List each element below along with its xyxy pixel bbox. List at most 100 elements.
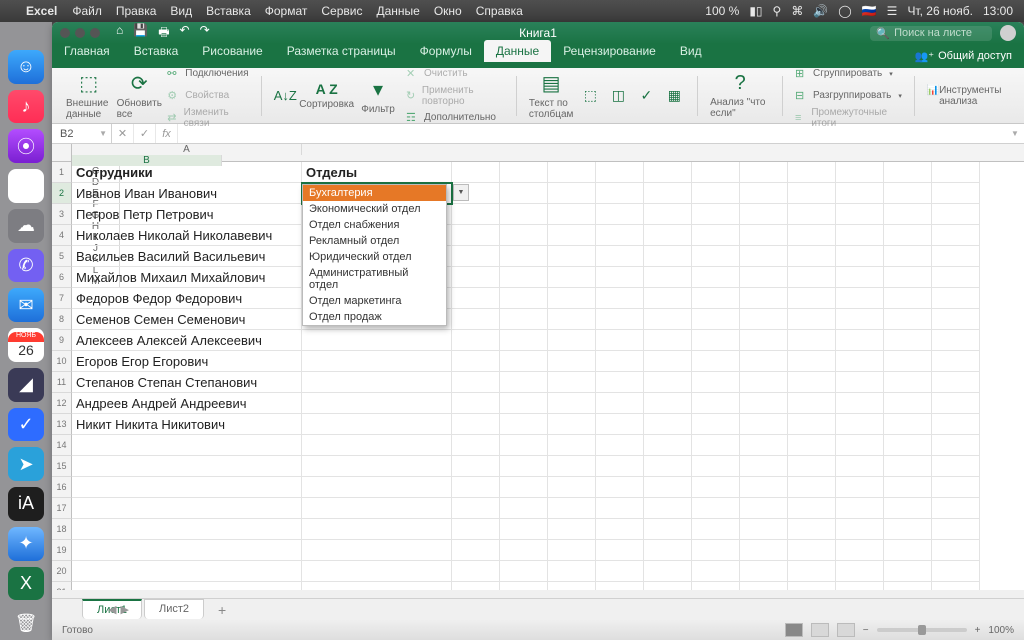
add-sheet-button[interactable]: +: [212, 602, 232, 618]
cell[interactable]: [548, 477, 596, 498]
row-header[interactable]: 18: [52, 519, 72, 540]
cell[interactable]: [932, 519, 980, 540]
cell[interactable]: [836, 309, 884, 330]
cell[interactable]: [500, 393, 548, 414]
cell[interactable]: [740, 561, 788, 582]
cell[interactable]: [836, 498, 884, 519]
refresh-all-button[interactable]: ⟳ Обновить все: [117, 71, 161, 120]
sound-icon[interactable]: 🔊: [813, 4, 828, 18]
cell[interactable]: [884, 225, 932, 246]
zoom-out-button[interactable]: −: [863, 625, 869, 636]
cell[interactable]: [740, 456, 788, 477]
cell[interactable]: [836, 225, 884, 246]
trash-icon[interactable]: 🗑: [8, 606, 44, 640]
column-header[interactable]: A: [72, 144, 302, 155]
text-to-columns-button[interactable]: ▤ Текст по столбцам: [529, 71, 574, 120]
cell[interactable]: [740, 246, 788, 267]
cell[interactable]: [740, 330, 788, 351]
cell[interactable]: [932, 246, 980, 267]
cell[interactable]: [932, 498, 980, 519]
cell[interactable]: [932, 414, 980, 435]
cell[interactable]: [884, 456, 932, 477]
cell[interactable]: [72, 582, 302, 590]
cell[interactable]: [836, 204, 884, 225]
cell[interactable]: [692, 330, 740, 351]
cell[interactable]: [788, 204, 836, 225]
cell[interactable]: [452, 162, 500, 183]
cell[interactable]: [692, 288, 740, 309]
cell[interactable]: [932, 225, 980, 246]
cell[interactable]: [692, 267, 740, 288]
cell[interactable]: [788, 414, 836, 435]
cell[interactable]: [596, 582, 644, 590]
cell[interactable]: [884, 162, 932, 183]
cell[interactable]: [884, 267, 932, 288]
filter-button[interactable]: ▾ Фильтр: [356, 77, 400, 115]
viber-app[interactable]: ✆: [8, 249, 44, 283]
whatif-button[interactable]: ? Анализ "что если": [710, 72, 770, 119]
cell[interactable]: [596, 225, 644, 246]
cell[interactable]: [788, 540, 836, 561]
group-button[interactable]: ⊞Сгруппировать▾: [795, 63, 902, 84]
cell[interactable]: [548, 519, 596, 540]
cell[interactable]: [740, 540, 788, 561]
cell[interactable]: [644, 477, 692, 498]
cell[interactable]: [884, 540, 932, 561]
cell[interactable]: [452, 246, 500, 267]
cell[interactable]: [302, 393, 452, 414]
cell[interactable]: [644, 267, 692, 288]
cell[interactable]: [884, 330, 932, 351]
cell[interactable]: [836, 519, 884, 540]
cell[interactable]: [302, 414, 452, 435]
cell[interactable]: [932, 351, 980, 372]
row-header[interactable]: 4: [52, 225, 72, 246]
cell[interactable]: [452, 519, 500, 540]
cell[interactable]: [788, 582, 836, 590]
cell[interactable]: [740, 372, 788, 393]
ribbon-tab[interactable]: Вид: [668, 40, 714, 62]
cell[interactable]: [302, 582, 452, 590]
cell[interactable]: [500, 183, 548, 204]
cell[interactable]: [932, 267, 980, 288]
cell[interactable]: [452, 351, 500, 372]
cell[interactable]: [740, 309, 788, 330]
menu-item[interactable]: Сервис: [314, 4, 369, 18]
cell[interactable]: [692, 225, 740, 246]
cell[interactable]: [596, 477, 644, 498]
cell[interactable]: [932, 204, 980, 225]
cell[interactable]: [932, 330, 980, 351]
cell[interactable]: [884, 183, 932, 204]
cell[interactable]: [500, 288, 548, 309]
sort-az-button[interactable]: A↓Z: [273, 88, 297, 103]
dropdown-option[interactable]: Экономический отдел: [303, 201, 446, 217]
cell[interactable]: [788, 309, 836, 330]
cell[interactable]: [836, 393, 884, 414]
cell[interactable]: [72, 456, 302, 477]
cell[interactable]: [788, 330, 836, 351]
menu-item[interactable]: Правка: [109, 4, 164, 18]
cell[interactable]: [548, 540, 596, 561]
cell[interactable]: [452, 435, 500, 456]
cell[interactable]: [548, 225, 596, 246]
cell[interactable]: [500, 267, 548, 288]
cell[interactable]: [302, 435, 452, 456]
dropdown-option[interactable]: Административный отдел: [303, 265, 446, 293]
cell[interactable]: [836, 183, 884, 204]
cell[interactable]: [302, 519, 452, 540]
cell[interactable]: [644, 204, 692, 225]
sort-button[interactable]: A Z Сортировка: [303, 81, 350, 110]
wifi-icon[interactable]: ⚲: [773, 4, 782, 18]
cell[interactable]: [692, 414, 740, 435]
mail-app[interactable]: ✉: [8, 288, 44, 322]
analysis-tools-button[interactable]: 📊Инструменты анализа: [927, 85, 1010, 106]
row-header[interactable]: 8: [52, 309, 72, 330]
dropdown-option[interactable]: Отдел маркетинга: [303, 293, 446, 309]
cell[interactable]: [596, 330, 644, 351]
cell[interactable]: [644, 540, 692, 561]
maximize-button[interactable]: [90, 28, 100, 38]
external-data-button[interactable]: ⬚ Внешние данные: [66, 71, 111, 120]
cell[interactable]: [692, 204, 740, 225]
cell[interactable]: [932, 456, 980, 477]
cell[interactable]: [500, 351, 548, 372]
cell[interactable]: [500, 456, 548, 477]
